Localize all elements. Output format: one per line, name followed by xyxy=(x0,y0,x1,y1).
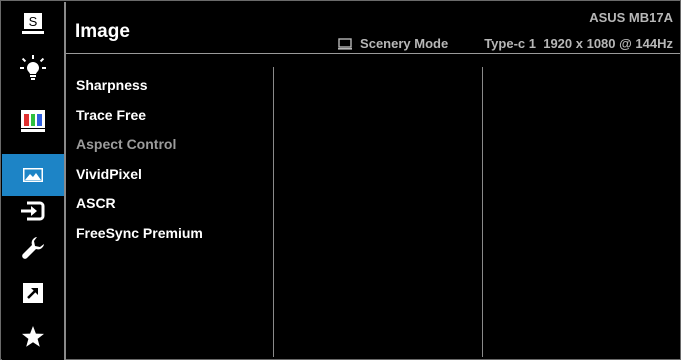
column-divider-1 xyxy=(273,67,274,357)
image-icon xyxy=(23,168,43,182)
menu-item-sharpness[interactable]: Sharpness xyxy=(76,77,203,107)
splendid-icon: S xyxy=(22,13,44,34)
column-divider-2 xyxy=(482,67,483,357)
menu-item-trace-free[interactable]: Trace Free xyxy=(76,107,203,137)
header-divider xyxy=(66,53,680,54)
shortcut-icon xyxy=(23,283,43,303)
blue-light-filter-icon xyxy=(20,55,46,80)
menu-item-ascr[interactable]: ASCR xyxy=(76,195,203,225)
splendid-mode: Scenery Mode xyxy=(360,36,449,51)
sidebar: S xyxy=(2,2,66,360)
system-setup-icon xyxy=(22,237,44,259)
monitor-icon xyxy=(338,37,353,50)
color-icon xyxy=(21,110,45,132)
status-bar: Scenery Mode Type-c 1 1920 x 1080 @ 144H… xyxy=(338,36,673,51)
menu-item-vividpixel[interactable]: VividPixel xyxy=(76,166,203,196)
menu-item-freesync-premium[interactable]: FreeSync Premium xyxy=(76,225,203,255)
image-menu-list: Sharpness Trace Free Aspect Control Vivi… xyxy=(76,77,203,254)
menu-item-aspect-control: Aspect Control xyxy=(76,136,177,152)
page-title: Image xyxy=(75,21,130,42)
sidebar-item-system-setup[interactable] xyxy=(2,227,64,269)
sidebar-item-blue-light-filter[interactable] xyxy=(2,47,64,89)
sidebar-item-input-select[interactable] xyxy=(2,190,64,232)
resolution: 1920 x 1080 @ 144Hz xyxy=(543,36,673,51)
input-source: Type-c 1 xyxy=(484,36,536,51)
sidebar-item-splendid[interactable]: S xyxy=(2,2,64,44)
sidebar-item-shortcut[interactable] xyxy=(2,272,64,314)
osd-menu: S Image ASUS MB17A Scenery Mode Type-c 1… xyxy=(0,0,681,360)
input-select-icon xyxy=(21,201,45,221)
myfavorite-icon xyxy=(22,326,44,347)
sidebar-item-color[interactable] xyxy=(2,100,64,142)
monitor-model: ASUS MB17A xyxy=(589,10,673,25)
splendid-letter: S xyxy=(29,14,38,29)
sidebar-item-myfavorite[interactable] xyxy=(2,316,64,358)
